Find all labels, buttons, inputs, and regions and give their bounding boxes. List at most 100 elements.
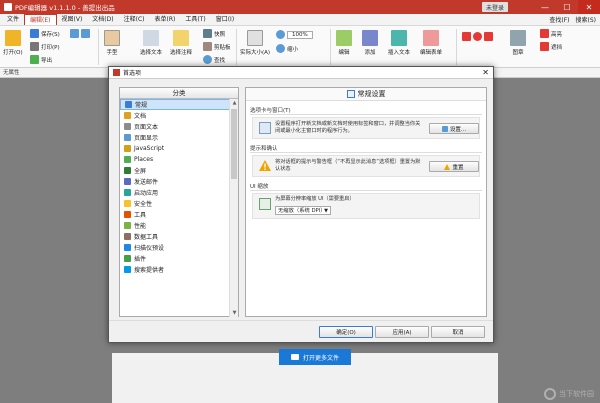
prompts-section-title: 提示和确认 [250, 146, 278, 152]
category-item[interactable]: 页面文本 [120, 121, 230, 132]
menu-bar: 文件 编辑(E) 视图(V) 文档(D) 注释(C) 表单(R) 工具(T) 窗… [0, 14, 600, 26]
scale-icon [259, 198, 271, 210]
category-item[interactable]: 启动应用 [120, 187, 230, 198]
menu-document[interactable]: 文档(D) [87, 14, 118, 25]
redo-icon [81, 29, 90, 38]
search-icon [203, 55, 212, 64]
settings-header-icon [346, 90, 355, 98]
category-item[interactable]: 页面显示 [120, 132, 230, 143]
stamp-button[interactable]: 图章 [510, 30, 526, 56]
category-item[interactable]: 插件 [120, 253, 230, 264]
open-more-files-button[interactable]: 打开更多文件 [279, 349, 351, 365]
category-scrollbar[interactable]: ▲ ▼ [229, 99, 238, 317]
app-logo-icon [4, 3, 12, 11]
category-item[interactable]: 全屏 [120, 165, 230, 176]
search-menu[interactable]: 搜索(S) [576, 15, 597, 24]
prompts-section: 将对话框的提示与警告框（“不再显示此消息”选项框）重置为默认状态 重置 [252, 155, 480, 177]
minimize-button[interactable]: — [534, 0, 556, 14]
category-icon [124, 189, 131, 196]
category-item[interactable]: 搜索提供者 [120, 264, 230, 275]
category-label: 扫描仪预设 [134, 245, 165, 252]
highlight-button[interactable]: 高亮 [540, 29, 562, 38]
category-item[interactable]: JavaScript [120, 143, 230, 154]
dialog-close-button[interactable]: ✕ [482, 68, 489, 77]
select-annotation-button[interactable]: 选择注释 [170, 30, 192, 56]
text-cursor-icon [143, 30, 159, 46]
category-item[interactable]: 性能 [120, 220, 230, 231]
category-label: 文档 [134, 113, 147, 120]
hand-tool-button[interactable]: 手型 [104, 30, 120, 56]
watermark: 当下软件园 [544, 388, 594, 400]
dialog-button-bar: 确定(O) 应用(A) 取消 [109, 320, 493, 342]
find-menu[interactable]: 查找(F) [549, 15, 569, 24]
category-label: 页面文本 [134, 124, 159, 131]
category-list: 常规文档页面文本 页面显示 JavaScript Places 全屏 发送邮件启动应用安全… [120, 99, 230, 317]
edit-button[interactable]: 编辑 [336, 30, 352, 56]
snapshot-button[interactable]: 快照 [203, 29, 225, 38]
page-icon [247, 30, 264, 46]
login-button[interactable]: 未登录 [481, 2, 508, 12]
menu-tools[interactable]: 工具(T) [180, 14, 210, 25]
ribbon-separator [236, 29, 237, 65]
category-item[interactable]: Places [120, 154, 230, 165]
menu-edit[interactable]: 编辑(E) [24, 14, 57, 25]
section-divider [250, 152, 482, 153]
menu-file[interactable]: 文件 [2, 14, 24, 25]
ui-scale-select[interactable]: 无缩放（系统 DPI） ▼ [275, 206, 331, 215]
save-icon [30, 29, 39, 38]
scroll-thumb[interactable] [231, 109, 237, 179]
category-item[interactable]: 常规 [120, 99, 230, 110]
category-item[interactable]: 安全性 [120, 198, 230, 209]
prompts-section-text: 将对话框的提示与警告框（“不再显示此消息”选项框）重置为默认状态 [275, 159, 421, 172]
save-button[interactable]: 保存(S) [30, 29, 60, 38]
cancel-button[interactable]: 取消 [431, 326, 485, 338]
category-label: 安全性 [134, 201, 153, 208]
insert-text-button[interactable]: 插入文本 [388, 30, 410, 56]
reset-button[interactable]: 重置 [429, 161, 479, 172]
preferences-dialog: 首选项 ✕ 分类 常规 文档 页面文本 页面显示 JavaScript Places 全屏发… [108, 66, 494, 343]
find-button[interactable]: 查找 [203, 55, 225, 64]
category-item[interactable]: 扫描仪预设 [120, 242, 230, 253]
folder-icon [290, 354, 299, 360]
edit-form-button[interactable]: 编辑表单 [420, 30, 442, 56]
undo-button[interactable] [70, 29, 90, 38]
zoom-out-button[interactable]: 缩小 [276, 44, 298, 53]
category-icon [124, 211, 131, 218]
menu-window[interactable]: 窗口(I) [211, 14, 239, 25]
scroll-down-icon[interactable]: ▼ [230, 309, 239, 317]
clipboard-button[interactable]: 剪贴板 [203, 42, 231, 51]
open-button[interactable]: 打开(O) [3, 30, 23, 56]
category-icon [125, 101, 132, 108]
ribbon-separator [98, 29, 99, 65]
category-label: Places [134, 156, 154, 163]
zoom-field[interactable]: 100% [276, 30, 313, 39]
export-button[interactable]: 导出 [30, 55, 52, 64]
category-icon [124, 222, 131, 229]
ui-scale-section-title: UI 缩放 [250, 184, 269, 190]
category-label: 插件 [134, 256, 147, 263]
tabs-settings-button[interactable]: 设置... [429, 123, 479, 134]
category-icon [124, 266, 131, 273]
category-item[interactable]: 数据工具 [120, 231, 230, 242]
menu-form[interactable]: 表单(R) [149, 14, 180, 25]
close-window-button[interactable]: ✕ [578, 0, 600, 14]
scroll-up-icon[interactable]: ▲ [230, 99, 239, 107]
select-text-button[interactable]: 选择文本 [140, 30, 162, 56]
ok-button[interactable]: 确定(O) [319, 326, 373, 338]
menu-view[interactable]: 视图(V) [57, 14, 88, 25]
redact-button[interactable]: 遮挡 [540, 42, 562, 51]
category-panel: 分类 常规 文档 页面文本 页面显示 JavaScript Places 全屏 发送邮件 启动应… [119, 87, 239, 317]
apply-button[interactable]: 应用(A) [375, 326, 429, 338]
category-label: 性能 [134, 223, 147, 230]
maximize-button[interactable]: ☐ [556, 0, 578, 14]
category-item[interactable]: 发送邮件 [120, 176, 230, 187]
print-button[interactable]: 打印(P) [30, 42, 60, 51]
menu-comment[interactable]: 注释(C) [119, 14, 150, 25]
draw-tools[interactable] [462, 32, 493, 41]
category-label: 启动应用 [134, 190, 159, 197]
category-item[interactable]: 文档 [120, 110, 230, 121]
category-item[interactable]: 工具 [120, 209, 230, 220]
section-divider [250, 190, 482, 191]
add-button[interactable]: 添加 [362, 30, 378, 56]
actual-size-button[interactable]: 实际大小(A) [240, 30, 270, 56]
